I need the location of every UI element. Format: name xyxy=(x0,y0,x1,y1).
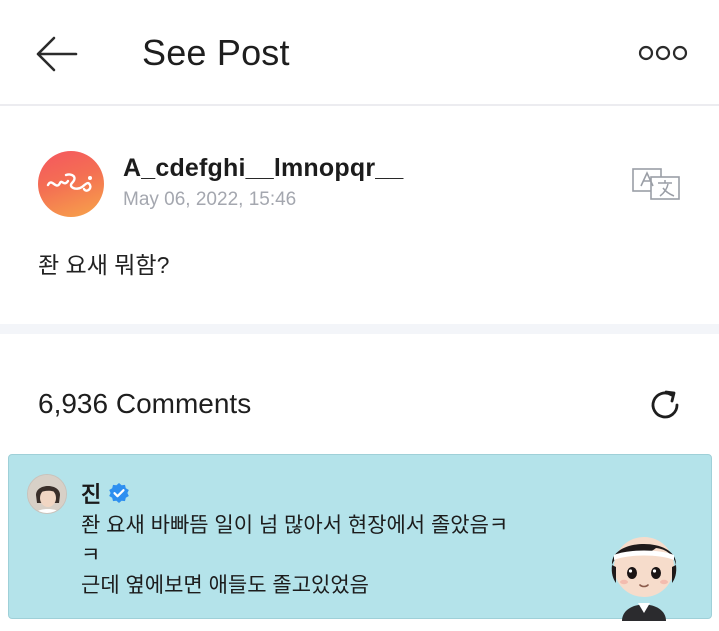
comment-body: 좐 요새 바빠뜸 일이 넘 많아서 현장에서 졸았음ㅋ ㅋ 근데 옆에보면 애들… xyxy=(81,511,581,601)
refresh-icon xyxy=(651,390,679,419)
back-button[interactable] xyxy=(30,30,82,78)
avatar[interactable] xyxy=(38,151,104,217)
profile-photo-icon xyxy=(28,475,66,513)
highlighted-comment[interactable]: 진 좐 요새 바빠뜸 일이 넘 많아서 현장에서 졸았음ㅋ ㅋ 근데 옆에보면 … xyxy=(8,454,712,621)
more-options-button[interactable] xyxy=(636,38,690,68)
post-author-name[interactable]: A_cdefghi__lmnopqr__ xyxy=(123,154,403,183)
verified-badge-icon xyxy=(109,483,129,503)
verified-badge xyxy=(108,482,130,504)
commenter-avatar[interactable] xyxy=(27,474,67,514)
arrow-left-icon xyxy=(36,36,78,72)
refresh-button[interactable] xyxy=(644,384,686,426)
post-timestamp: May 06, 2022, 15:46 xyxy=(123,189,297,210)
comment-line: 좐 요새 바빠뜸 일이 넘 많아서 현장에서 졸았음ㅋ xyxy=(81,514,509,537)
post-card: A_cdefghi__lmnopqr__ May 06, 2022, 15:46… xyxy=(0,106,719,324)
post-body-text: 좐 요새 뭐함? xyxy=(38,252,170,278)
top-app-bar: See Post xyxy=(0,0,719,106)
comments-count-label: 6,936 Comments xyxy=(38,388,252,419)
section-divider xyxy=(0,324,719,334)
character-sticker xyxy=(594,521,694,621)
comment-line: ㅋ xyxy=(81,544,101,567)
more-horizontal-icon xyxy=(638,45,688,61)
signature-logo-icon xyxy=(46,173,92,192)
character-sticker-icon xyxy=(611,537,677,621)
translate-icon xyxy=(632,168,680,200)
comment-line: 근데 옆에보면 애들도 졸고있었음 xyxy=(81,574,369,597)
commenter-name[interactable]: 진 xyxy=(81,477,101,509)
page-title: See Post xyxy=(142,32,290,73)
translate-button[interactable] xyxy=(630,166,682,202)
